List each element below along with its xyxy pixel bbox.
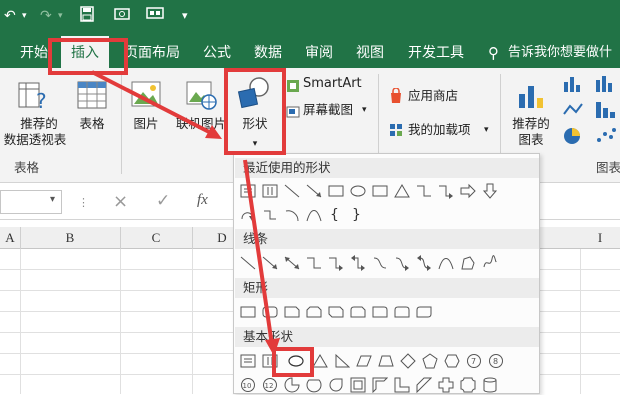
arrow-head-icon <box>265 338 280 356</box>
annotation-arrows <box>91 70 280 356</box>
